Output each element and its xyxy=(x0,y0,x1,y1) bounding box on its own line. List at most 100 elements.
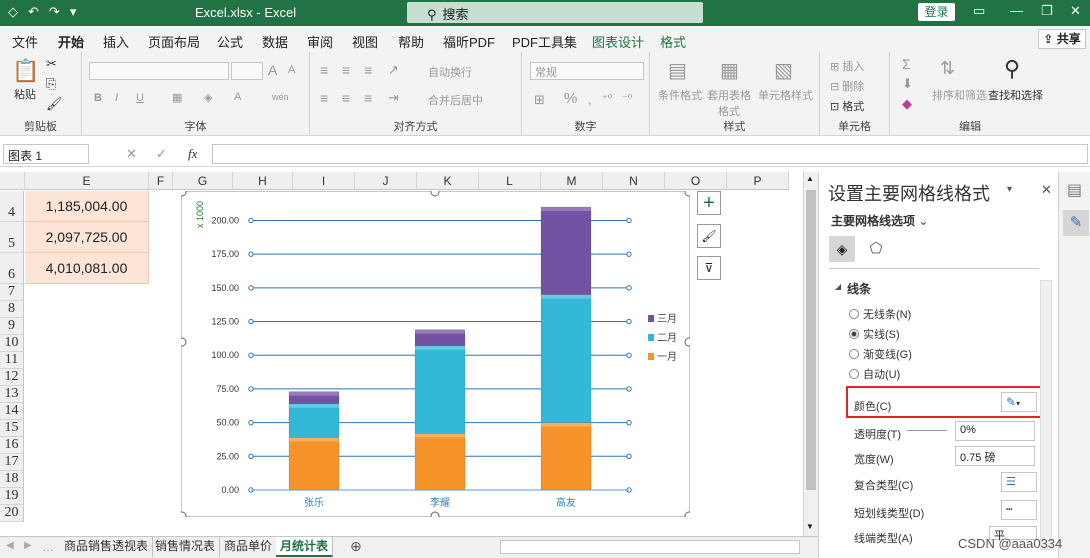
column-header[interactable]: F xyxy=(149,172,173,190)
percent-button[interactable]: % xyxy=(564,90,577,107)
conditional-format-button[interactable]: 条件格式 xyxy=(658,87,702,103)
row-header[interactable]: 15 xyxy=(0,420,24,437)
close-icon[interactable]: ✕ xyxy=(1070,3,1081,19)
document-icon[interactable]: ▤ xyxy=(1067,180,1082,200)
radio-solid-line[interactable]: 实线(S) xyxy=(849,326,900,342)
row-header[interactable]: 13 xyxy=(0,386,24,403)
tab-format[interactable]: 格式 xyxy=(660,32,686,51)
legend-label[interactable]: 三月 xyxy=(657,313,677,325)
resize-handle[interactable] xyxy=(430,511,440,521)
accounting-icon[interactable]: ⊞ xyxy=(534,92,545,108)
sheet-tab[interactable]: 销售情况表 xyxy=(151,537,221,557)
chart-styles-button[interactable]: 🖌 xyxy=(697,224,721,248)
bar-highlight[interactable] xyxy=(541,207,591,211)
collapse-icon[interactable]: ◢ xyxy=(835,282,841,291)
prev-sheet-icon[interactable]: ◀ xyxy=(6,540,14,551)
sort-filter-icon[interactable]: ⇅ xyxy=(940,58,955,79)
column-header[interactable]: J xyxy=(355,172,417,190)
legend-swatch[interactable] xyxy=(648,315,654,322)
gridline-handle[interactable] xyxy=(248,453,254,460)
bar-highlight[interactable] xyxy=(541,294,591,299)
gridline-handle[interactable] xyxy=(626,453,632,460)
column-header[interactable]: L xyxy=(479,172,541,190)
row-header[interactable]: 16 xyxy=(0,437,24,454)
minimize-icon[interactable]: — xyxy=(1010,3,1023,18)
x-tick-label[interactable]: 张乐 xyxy=(304,497,324,509)
stacked-column-chart[interactable]: x 1000 0.00 25.00 50.00 75.00 100.00 125.00 150… xyxy=(177,187,694,521)
format-cells-button[interactable]: ⊡ 格式 xyxy=(830,98,864,114)
row-header[interactable]: 9 xyxy=(0,318,24,335)
tab-formulas[interactable]: 公式 xyxy=(217,32,243,51)
gridline-handle[interactable] xyxy=(626,285,632,291)
row-header[interactable]: 18 xyxy=(0,471,24,488)
vertical-scrollbar[interactable]: ▲ ▼ xyxy=(803,172,818,536)
bar-highlight[interactable] xyxy=(415,433,465,438)
autosave-icon[interactable]: ◇ xyxy=(8,4,18,20)
cancel-icon[interactable]: ✕ xyxy=(126,146,137,162)
row-header[interactable]: 5 xyxy=(0,222,24,253)
increase-decimal-icon[interactable]: ⁺⁰ xyxy=(602,92,612,105)
column-header[interactable]: M xyxy=(541,172,603,190)
conditional-format-icon[interactable]: ▤ xyxy=(668,58,687,83)
share-button[interactable]: ⇪ 共享 xyxy=(1038,29,1086,49)
gridline-handle[interactable] xyxy=(248,352,254,358)
chart[interactable]: x 1000 0.00 25.00 50.00 75.00 100.00 125.00 150… xyxy=(177,187,694,521)
gridline-handle[interactable] xyxy=(626,352,632,358)
insert-function-button[interactable]: fx xyxy=(188,146,197,162)
sheet-tab[interactable]: 商品单价 xyxy=(220,537,278,557)
gridline-handle[interactable] xyxy=(626,217,632,224)
fill-color-icon[interactable]: ◈ xyxy=(204,91,212,104)
row-header[interactable]: 14 xyxy=(0,403,24,420)
format-as-table-icon[interactable]: ▦ xyxy=(720,58,739,83)
cell-styles-button[interactable]: 单元格样式 xyxy=(758,87,813,103)
underline-button[interactable]: U xyxy=(136,92,144,104)
row-header[interactable]: 17 xyxy=(0,454,24,471)
color-picker-button[interactable]: ✎▾ xyxy=(1001,392,1037,412)
radio-automatic[interactable]: 自动(U) xyxy=(849,366,900,382)
bar-segment[interactable] xyxy=(540,422,592,491)
tab-foxit-pdf[interactable]: 福昕PDF xyxy=(443,32,495,51)
bar-highlight[interactable] xyxy=(415,329,465,334)
legend-swatch[interactable] xyxy=(648,353,654,360)
delete-cells-button[interactable]: ⊟ 删除 xyxy=(830,78,864,94)
y-tick-label[interactable]: 150.00 xyxy=(211,283,239,293)
row-header[interactable]: 11 xyxy=(0,352,24,369)
tab-page-layout[interactable]: 页面布局 xyxy=(148,32,200,51)
tab-data[interactable]: 数据 xyxy=(262,32,288,51)
y-tick-label[interactable]: 75.00 xyxy=(216,384,239,394)
tab-help[interactable]: 帮助 xyxy=(398,32,424,51)
scroll-thumb[interactable] xyxy=(806,190,816,490)
find-icon[interactable]: ⚲ xyxy=(1004,56,1020,82)
bar-highlight[interactable] xyxy=(289,437,339,442)
increase-font-icon[interactable]: A xyxy=(268,62,277,78)
cell-e6[interactable]: 4,010,081.00 xyxy=(25,253,149,284)
decrease-font-icon[interactable]: A xyxy=(288,64,295,76)
bar-highlight[interactable] xyxy=(541,422,591,427)
autosum-icon[interactable]: Σ xyxy=(902,56,911,72)
gridline-handle[interactable] xyxy=(248,419,254,426)
row-header[interactable]: 10 xyxy=(0,335,24,352)
row-header[interactable]: 7 xyxy=(0,284,24,301)
transparency-input[interactable]: 0% xyxy=(955,421,1035,441)
gridline-handle[interactable] xyxy=(248,386,254,392)
y-tick-label[interactable]: 25.00 xyxy=(216,451,239,461)
add-sheet-icon[interactable]: ⊕ xyxy=(350,538,362,555)
paste-button[interactable]: 粘贴 xyxy=(14,86,36,102)
restore-icon[interactable]: ❐ xyxy=(1041,3,1053,19)
border-icon[interactable]: ▦ xyxy=(172,91,182,104)
cell-e4[interactable]: 1,185,004.00 xyxy=(25,191,149,222)
transparency-slider[interactable] xyxy=(907,430,947,431)
tab-view[interactable]: 视图 xyxy=(352,32,378,51)
resize-handle[interactable] xyxy=(430,187,440,197)
bar-highlight[interactable] xyxy=(289,391,339,396)
scroll-up-icon[interactable]: ▲ xyxy=(806,174,814,183)
undo-icon[interactable]: ↶ xyxy=(28,4,39,20)
paste-icon[interactable]: 📋 xyxy=(12,58,39,84)
column-header[interactable]: N xyxy=(603,172,665,190)
phonetic-button[interactable]: wén xyxy=(272,92,289,102)
y-tick-label[interactable]: 125.00 xyxy=(211,317,239,327)
resize-handle[interactable] xyxy=(684,337,694,347)
chart-elements-button[interactable]: + xyxy=(697,191,721,215)
pane-scrollbar[interactable] xyxy=(1040,280,1052,550)
y-tick-label[interactable]: 100.00 xyxy=(211,350,239,360)
